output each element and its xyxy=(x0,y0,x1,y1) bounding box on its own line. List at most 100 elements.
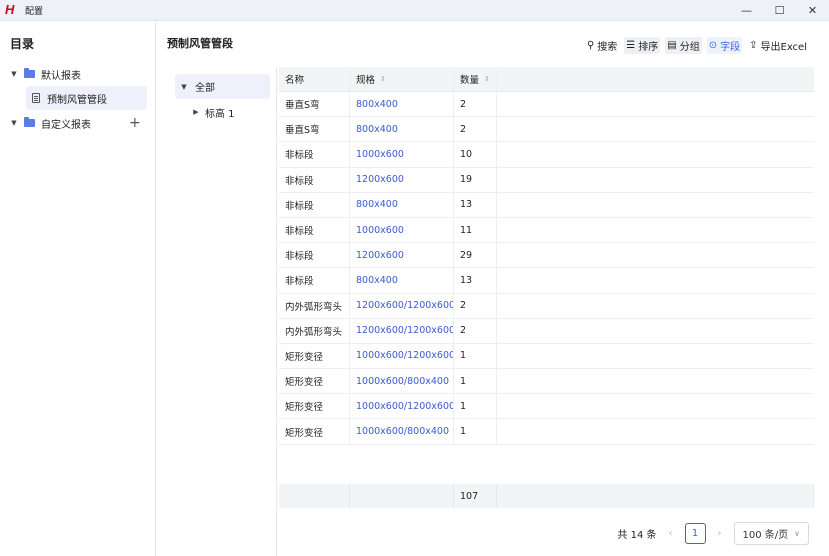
cell-spec[interactable]: 1200x600 xyxy=(350,243,454,268)
sort-button[interactable]: ☰ 排序 xyxy=(624,37,661,54)
cell-empty xyxy=(497,142,814,166)
cell-name: 非标段 xyxy=(279,142,350,167)
cell-name: 矩形变径 xyxy=(279,369,350,394)
cell-spec[interactable]: 1000x600/1200x600 xyxy=(350,343,454,369)
cell-qty: 1 xyxy=(454,394,497,419)
column-header-qty[interactable]: 数量 ⇕ xyxy=(454,67,497,91)
cell-empty xyxy=(497,419,814,443)
column-header-spec[interactable]: 规格 ⇕ xyxy=(350,67,454,91)
table-row[interactable]: 矩形变径 1000x600/1200x600 1 xyxy=(279,394,814,420)
export-excel-button[interactable]: ⇪ 导出Excel xyxy=(747,37,809,54)
sort-icon[interactable]: ⇕ xyxy=(380,75,386,83)
sidebar-item-label: 预制风管管段 xyxy=(47,94,107,106)
cell-empty xyxy=(497,243,814,267)
close-button[interactable]: ✕ xyxy=(796,0,829,21)
page-size-select[interactable]: 100 条/页 ∨ xyxy=(733,522,809,545)
cell-name: 矩形变径 xyxy=(279,343,350,369)
table-row[interactable]: 内外弧形弯头 1200x600/1200x600 2 xyxy=(279,318,814,344)
group-icon: ▤ xyxy=(667,40,677,51)
cell-empty xyxy=(497,344,814,368)
fields-label: 字段 xyxy=(720,42,741,53)
table-row[interactable]: 非标段 1200x600 19 xyxy=(279,167,814,193)
table-row[interactable]: 非标段 1000x600 11 xyxy=(279,217,814,244)
cell-name: 非标段 xyxy=(279,192,350,217)
table-row[interactable]: 非标段 800x400 13 xyxy=(279,192,814,218)
cell-qty: 1 xyxy=(454,343,497,369)
summary-cell xyxy=(350,484,454,508)
fields-icon: ⊙ xyxy=(708,40,718,51)
next-page-icon[interactable]: › xyxy=(718,528,722,539)
cell-spec[interactable]: 1000x600 xyxy=(350,142,454,167)
cell-spec[interactable]: 800x400 xyxy=(350,192,454,217)
cell-qty: 2 xyxy=(454,318,497,343)
cell-spec[interactable]: 1000x600/800x400 xyxy=(350,419,454,444)
group-label: 分组 xyxy=(679,42,700,53)
group-all-label: 全部 xyxy=(195,83,215,94)
fields-button[interactable]: ⊙ 字段 xyxy=(706,37,743,54)
sort-label: 排序 xyxy=(638,42,659,53)
group-item-level[interactable]: ▶ 标高 1 xyxy=(175,100,234,124)
caret-down-icon[interactable]: ▼ xyxy=(179,83,189,91)
table-row[interactable]: 矩形变径 1000x600/800x400 1 xyxy=(279,419,814,445)
cell-qty: 29 xyxy=(454,243,497,268)
app-logo-icon: H xyxy=(5,2,15,17)
sidebar-item-default-reports[interactable]: ▼ 默认报表 xyxy=(0,62,156,86)
cell-empty xyxy=(497,92,814,116)
sidebar-item-prefab-duct[interactable]: 预制风管管段 xyxy=(0,86,156,110)
cell-spec[interactable]: 800x400 xyxy=(350,92,454,117)
sidebar: 目录 ▼ 默认报表 预制风管管段 ▼ 自定义报表 + xyxy=(0,21,156,556)
group-item-all[interactable]: ▼ 全部 xyxy=(175,74,270,99)
sidebar-title: 目录 xyxy=(10,37,35,51)
add-report-button[interactable]: + xyxy=(129,115,141,131)
prev-page-icon[interactable]: ‹ xyxy=(669,528,673,539)
summary-cell xyxy=(497,484,814,508)
cell-name: 矩形变径 xyxy=(279,394,350,419)
title-bar: H 配置 — ☐ ✕ xyxy=(0,0,829,21)
cell-spec[interactable]: 1200x600/1200x600 xyxy=(350,318,454,343)
cell-spec[interactable]: 1200x600 xyxy=(350,167,454,192)
page-title: 预制风管管段 xyxy=(167,37,233,50)
cell-spec[interactable]: 1000x600/800x400 xyxy=(350,369,454,394)
cell-name: 内外弧形弯头 xyxy=(279,293,350,318)
group-button[interactable]: ▤ 分组 xyxy=(665,37,702,54)
maximize-button[interactable]: ☐ xyxy=(763,0,796,21)
sort-icon[interactable]: ⇕ xyxy=(484,75,490,83)
cell-spec[interactable]: 1200x600/1200x600 xyxy=(350,293,454,318)
cell-name: 非标段 xyxy=(279,217,350,243)
page-number-button[interactable]: 1 xyxy=(684,523,706,544)
cell-qty: 13 xyxy=(454,192,497,217)
cell-name: 垂直S弯 xyxy=(279,92,350,117)
data-table: 名称 规格 ⇕ 数量 ⇕ 垂直S弯 800x400 2 垂直S弯 800x400 2 非标段 10… xyxy=(279,67,814,445)
caret-down-icon[interactable]: ▼ xyxy=(9,119,19,127)
cell-qty: 2 xyxy=(454,293,497,318)
table-row[interactable]: 垂直S弯 800x400 2 xyxy=(279,92,814,118)
table-row[interactable]: 非标段 1200x600 29 xyxy=(279,243,814,269)
cell-spec[interactable]: 800x400 xyxy=(350,268,454,293)
cell-empty xyxy=(497,369,814,393)
table-row[interactable]: 非标段 1000x600 10 xyxy=(279,142,814,168)
sidebar-item-custom-reports[interactable]: ▼ 自定义报表 + xyxy=(0,111,156,135)
column-header-empty xyxy=(497,67,814,91)
cell-empty xyxy=(497,218,814,242)
table-row[interactable]: 垂直S弯 800x400 2 xyxy=(279,117,814,143)
cell-spec[interactable]: 1000x600 xyxy=(350,217,454,243)
cell-qty: 2 xyxy=(454,117,497,142)
cell-spec[interactable]: 800x400 xyxy=(350,117,454,142)
export-icon: ⇪ xyxy=(749,40,758,51)
pagination: 共 14 条 ‹ 1 › 100 条/页 ∨ xyxy=(617,522,809,545)
cell-name: 垂直S弯 xyxy=(279,117,350,142)
caret-down-icon[interactable]: ▼ xyxy=(9,70,19,78)
cell-spec[interactable]: 1000x600/1200x600 xyxy=(350,394,454,419)
app-title: 配置 xyxy=(25,6,44,17)
table-row[interactable]: 非标段 800x400 13 xyxy=(279,268,814,294)
cell-empty xyxy=(497,193,814,217)
pagination-summary: 共 14 条 xyxy=(617,530,657,541)
table-row[interactable]: 内外弧形弯头 1200x600/1200x600 2 xyxy=(279,293,814,319)
minimize-button[interactable]: — xyxy=(730,0,763,21)
caret-right-icon[interactable]: ▶ xyxy=(191,108,201,116)
table-row[interactable]: 矩形变径 1000x600/1200x600 1 xyxy=(279,343,814,370)
table-row[interactable]: 矩形变径 1000x600/800x400 1 xyxy=(279,369,814,395)
search-button[interactable]: ⚲ 搜索 xyxy=(585,37,619,54)
column-header-name: 名称 xyxy=(279,67,350,91)
search-label: 搜索 xyxy=(597,42,618,53)
